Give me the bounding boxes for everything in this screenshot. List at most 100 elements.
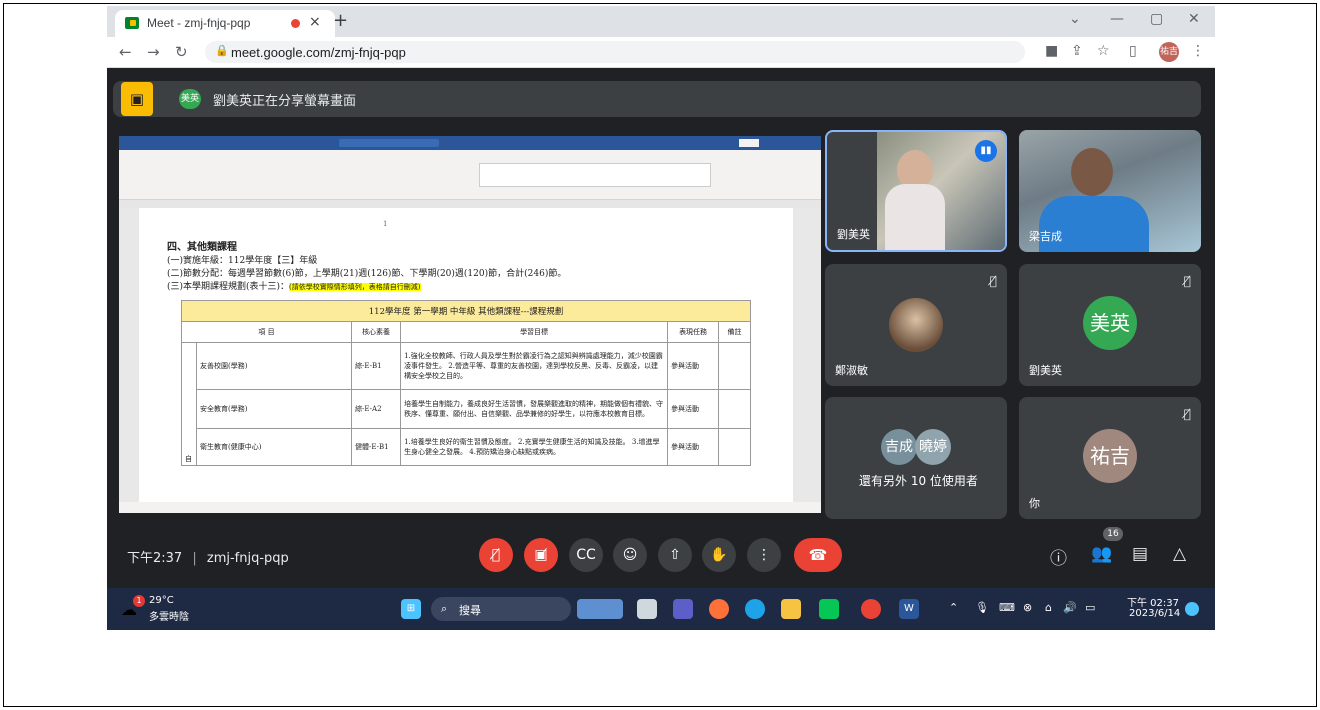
chat-icon[interactable]: ▤ — [1132, 544, 1148, 564]
table-row: 自 友善校園(學務) 綜-E-B1 1.強化全校教師、行政人員及學生對於霸凌行為… — [181, 342, 751, 466]
presenter-avatar: 美英 — [179, 89, 201, 109]
close-window-button[interactable]: ✕ — [1188, 11, 1200, 27]
raise-hand-button[interactable]: ✋ — [702, 538, 736, 572]
table-cell: 培養學生自制能力，養成良好生活習慣，發展樂觀進取的精神，期能做個有禮貌、守秩序、… — [400, 389, 669, 429]
meeting-details-icon[interactable]: ⓘ — [1050, 544, 1067, 569]
bookmark-star-icon[interactable]: ☆ — [1097, 43, 1110, 59]
new-tab-button[interactable]: + — [333, 10, 348, 31]
participant-name: 劉美英 — [1029, 364, 1062, 377]
edge-icon[interactable] — [745, 599, 765, 619]
tab-strip: Meet - zmj-fnjq-pqp × + ⌄ — ▢ ✕ — [107, 6, 1215, 37]
clock-date[interactable]: 2023/6/14 — [1129, 608, 1180, 619]
reload-icon[interactable]: ↻ — [175, 43, 188, 61]
participant-tile[interactable]: 梁吉成 — [1019, 130, 1201, 252]
network-icon[interactable]: ⌂ — [1045, 601, 1052, 614]
windows-taskbar: ☁ 1 29°C 多雲時陰 ⊞ ⌕ 搜尋 W ⌃ 🎙 ⌨ ⊗ ⌂ 🔊 ▭ 下午 0… — [107, 588, 1215, 630]
participant-photo — [889, 298, 943, 352]
camera-toggle-button[interactable]: ▣̸ — [524, 538, 558, 572]
doc-line-1: (一)實施年級：112學年度【三】年級 — [167, 256, 318, 266]
windows-start-icon[interactable]: ⊞ — [401, 599, 421, 619]
word-app-icon[interactable]: W — [899, 599, 919, 619]
minimize-button[interactable]: — — [1110, 11, 1124, 27]
url-text: meet.google.com/zmj-fnjq-pqp — [231, 45, 406, 60]
task-view-icon[interactable] — [637, 599, 657, 619]
participant-name: 你 — [1029, 497, 1040, 510]
microphone-tray-icon[interactable]: 🎙 — [975, 601, 989, 614]
forward-arrow-icon[interactable]: → — [147, 43, 160, 61]
firefox-icon[interactable] — [709, 599, 729, 619]
present-button[interactable]: ⇧ — [658, 538, 692, 572]
weather-temp: 29°C — [149, 595, 174, 606]
speaking-indicator-icon: ▮▮ — [975, 140, 997, 162]
search-icon: ⌕ — [441, 602, 448, 615]
word-ruler — [119, 200, 821, 208]
share-banner-text: 劉美英正在分享螢幕畫面 — [213, 94, 357, 109]
share-icon[interactable]: ⇪ — [1071, 43, 1083, 59]
table-cell: 參與活動 — [667, 389, 720, 429]
page-number: 1 — [383, 220, 388, 228]
participant-tile-self[interactable]: 🎙̸ 祐吉 你 — [1019, 397, 1201, 519]
doc-line-3-prefix: (三)本學期課程規劃(表十三)： — [167, 282, 290, 292]
back-arrow-icon[interactable]: ← — [119, 43, 132, 61]
tray-app-icon[interactable]: ⊗ — [1023, 601, 1032, 614]
table-header: 備註 — [718, 321, 751, 343]
activities-icon[interactable]: △ — [1173, 544, 1186, 564]
captions-button[interactable]: CC — [569, 538, 603, 572]
volume-icon[interactable]: 🔊 — [1063, 601, 1077, 614]
participant-tile[interactable]: ▮▮ 劉美英 — [825, 130, 1007, 252]
file-explorer-icon[interactable] — [781, 599, 801, 619]
table-cell — [718, 389, 751, 429]
participant-tile-group[interactable]: 吉成 曉婷 還有另外 10 位使用者 — [825, 397, 1007, 519]
tab-meet[interactable]: Meet - zmj-fnjq-pqp × — [115, 10, 335, 37]
battery-icon[interactable]: ▭ — [1085, 601, 1095, 614]
word-menu — [119, 150, 821, 159]
table-header: 表現任務 — [667, 321, 720, 343]
doc-line-3-highlight: (請依學校實際情形填列，表格請自行刪減) — [289, 283, 421, 291]
participant-tile[interactable]: 🎙̸ 鄭淑敏 — [825, 264, 1007, 386]
word-status-bar — [119, 502, 821, 513]
tab-title: Meet - zmj-fnjq-pqp — [147, 16, 251, 30]
participant-avatar: 美英 — [1083, 296, 1137, 350]
weather-badge: 1 — [133, 595, 145, 607]
notification-icon[interactable] — [1185, 602, 1199, 616]
participant-count-badge: 16 — [1103, 527, 1123, 541]
profile-avatar[interactable]: 祐吉 — [1159, 42, 1179, 62]
url-field[interactable]: 🔒 meet.google.com/zmj-fnjq-pqp — [205, 41, 1025, 63]
menu-kebab-icon[interactable]: ⋮ — [1191, 43, 1205, 59]
leave-call-button[interactable]: ☎ — [794, 538, 842, 572]
table-cell: 綜-E-A2 — [351, 389, 402, 429]
presentation-icon[interactable]: ▣ — [121, 82, 153, 116]
table-cell: 1.強化全校教師、行政人員及學生對於霸凌行為之認知與辨識處理能力，減少校園霸凌事… — [400, 342, 669, 390]
table-header: 學習目標 — [400, 321, 669, 343]
meeting-time-code: 下午2:37 | zmj-fnjq-pqp — [127, 551, 289, 566]
mic-off-icon: 🎙̸ — [1183, 274, 1191, 288]
mic-off-icon: 🎙̸ — [1183, 407, 1191, 421]
screen: Meet - zmj-fnjq-pqp × + ⌄ — ▢ ✕ ← → ↻ 🔒 … — [107, 6, 1215, 630]
clock-time[interactable]: 下午 02:37 — [1127, 594, 1179, 609]
table-cell: 綜-E-B1 — [351, 342, 402, 390]
camera-icon[interactable]: ■ — [1045, 43, 1058, 59]
table-cell: 參與活動 — [667, 342, 720, 390]
mic-off-icon: 🎙̸ — [989, 274, 997, 288]
participant-body — [885, 184, 945, 250]
emoji-button[interactable]: ☺ — [613, 538, 647, 572]
meeting-code: zmj-fnjq-pqp — [206, 551, 289, 566]
weather-condition: 多雲時陰 — [149, 612, 189, 623]
more-options-button[interactable]: ⋮ — [747, 538, 781, 572]
maximize-button[interactable]: ▢ — [1150, 11, 1163, 27]
teams-chat-icon[interactable] — [673, 599, 693, 619]
participant-tile[interactable]: 🎙̸ 美英 劉美英 — [1019, 264, 1201, 386]
table-title: 112學年度 第一學期 中年級 其他類課程---課程規劃 — [181, 300, 751, 322]
people-icon[interactable]: 👥 — [1091, 544, 1112, 564]
chrome-icon[interactable] — [861, 599, 881, 619]
widget-image-icon[interactable] — [577, 599, 623, 619]
tray-overflow-icon[interactable]: ⌃ — [949, 601, 958, 614]
taskbar-search[interactable]: ⌕ 搜尋 — [431, 597, 571, 621]
close-tab-button[interactable]: × — [309, 14, 321, 30]
tab-search-chevron-icon[interactable]: ⌄ — [1069, 11, 1081, 27]
search-label: 搜尋 — [459, 604, 481, 617]
line-app-icon[interactable] — [819, 599, 839, 619]
keyboard-tray-icon[interactable]: ⌨ — [999, 601, 1015, 614]
mic-toggle-button[interactable]: 🎙̸ — [479, 538, 513, 572]
side-panel-icon[interactable]: ▯ — [1129, 43, 1137, 59]
